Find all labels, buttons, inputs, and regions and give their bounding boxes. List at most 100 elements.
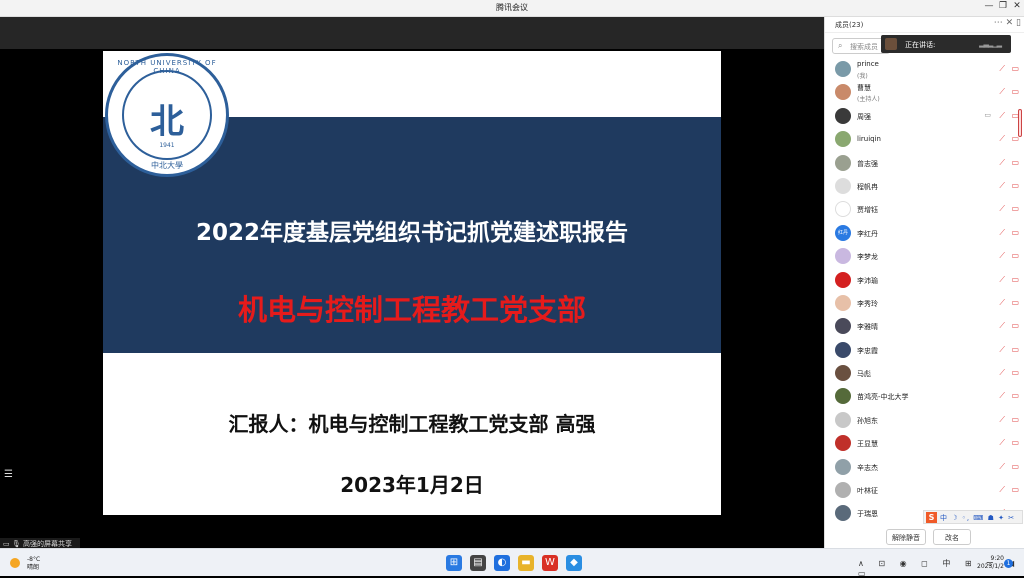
mic-muted-icon[interactable]: ⟋	[999, 64, 1005, 74]
list-menu-icon[interactable]: ☰	[4, 469, 18, 483]
member-name: 李忠霞	[857, 346, 878, 355]
notification-badge[interactable]: 1	[1004, 559, 1013, 568]
member-row[interactable]: 李雅晴 ⟋ ▭	[825, 315, 1024, 338]
task-view-icon[interactable]: ▤	[470, 555, 486, 571]
member-role: (我)	[857, 73, 868, 80]
member-name: 辛志杰	[857, 463, 878, 472]
mic-muted-icon[interactable]: ⟋	[999, 298, 1005, 308]
weather-widget[interactable]: -8°C 晴朗	[27, 556, 40, 572]
member-name: 曹慧	[857, 84, 871, 93]
camera-off-icon[interactable]: ▭	[1011, 64, 1019, 73]
mic-muted-icon[interactable]: ⟋	[999, 251, 1005, 261]
ime-tools: 中 ☽ ◦, ⌨ ☗ ✦ ✂	[940, 514, 1016, 522]
camera-off-icon[interactable]: ▭	[1011, 368, 1019, 377]
camera-off-icon[interactable]: ▭	[1011, 438, 1019, 447]
mic-muted-icon[interactable]: ⟋	[999, 415, 1005, 425]
member-row[interactable]: 曹慧 (主持人) ⟋ ▭	[825, 81, 1024, 104]
mic-muted-icon[interactable]: ⟋	[999, 87, 1005, 97]
mic-muted-icon[interactable]: ⟋	[999, 228, 1005, 238]
camera-off-icon[interactable]: ▭	[1011, 158, 1019, 167]
member-row[interactable]: 王显慧 ⟋ ▭	[825, 432, 1024, 455]
share-label: 高强的屏幕共享	[22, 540, 72, 548]
camera-off-icon[interactable]: ▭	[1011, 391, 1019, 400]
slide-title: 2022年度基层党组织书记抓党建述职报告	[195, 220, 628, 246]
close-button[interactable]: ✕	[1010, 1, 1024, 11]
member-row[interactable]: 李沛瑜 ⟋ ▭	[825, 269, 1024, 292]
minimize-button[interactable]: —	[982, 1, 996, 11]
panel-header-icons[interactable]: ⋯ ✕ ▯	[994, 18, 1021, 28]
camera-off-icon[interactable]: ▭	[1011, 415, 1019, 424]
member-row[interactable]: 苗鸿亮-中北大学 ⟋ ▭	[825, 385, 1024, 408]
camera-off-icon[interactable]: ▭	[1011, 485, 1019, 494]
slide-subtitle: 机电与控制工程教工党支部	[237, 293, 586, 327]
file-explorer-icon[interactable]: ▬	[518, 555, 534, 571]
start-menu-icon[interactable]: ⊞	[446, 555, 462, 571]
mic-muted-icon[interactable]: ⟋	[999, 204, 1005, 214]
unmute-all-button[interactable]: 解除静音	[886, 529, 926, 545]
maximize-button[interactable]: ❐	[996, 1, 1010, 11]
camera-off-icon[interactable]: ▭	[1011, 345, 1019, 354]
shared-screen-area: NORTH UNIVERSITY OF CHINA 北 1941 中北大學 20…	[0, 17, 824, 548]
ime-toolbar[interactable]: S 中 ☽ ◦, ⌨ ☗ ✦ ✂	[923, 510, 1023, 524]
speaking-label: 正在讲话:	[905, 41, 936, 49]
members-scrollbar[interactable]	[1018, 109, 1022, 137]
member-row[interactable]: prince (我) ⟋ ▭	[825, 58, 1024, 81]
mic-muted-icon[interactable]: ⟋	[999, 321, 1005, 331]
rename-button[interactable]: 改名	[933, 529, 971, 545]
member-row[interactable]: 程帆冉 ⟋ ▭	[825, 175, 1024, 198]
slide-reporter: 汇报人：机电与控制工程教工党支部 高强	[228, 412, 596, 436]
mic-muted-icon[interactable]: ⟋	[999, 181, 1005, 191]
member-avatar	[835, 84, 851, 101]
camera-off-icon[interactable]: ▭	[1011, 298, 1019, 307]
mic-muted-icon[interactable]: ⟋	[999, 462, 1005, 472]
camera-off-icon[interactable]: ▭	[1011, 228, 1019, 237]
member-row[interactable]: 李忠霞 ⟋ ▭	[825, 339, 1024, 362]
search-placeholder: 搜索成员	[850, 43, 878, 51]
members-panel-header: 成员(23) ⋯ ✕ ▯	[825, 17, 1024, 33]
mic-muted-icon[interactable]: ⟋	[999, 134, 1005, 144]
camera-off-icon[interactable]: ▭	[1011, 251, 1019, 260]
mic-muted-icon[interactable]: ⟋	[999, 368, 1005, 378]
title-bar: 腾讯会议 — ❐ ✕	[0, 0, 1024, 17]
member-row[interactable]: 李梦龙 ⟋ ▭	[825, 245, 1024, 268]
wps-office-icon[interactable]: W	[542, 555, 558, 571]
member-row[interactable]: 贾增钰 ⟋ ▭	[825, 198, 1024, 221]
camera-off-icon[interactable]: ▭	[1011, 204, 1019, 213]
member-avatar	[835, 505, 851, 522]
camera-off-icon[interactable]: ▭	[1011, 87, 1019, 96]
member-row[interactable]: 马彪 ⟋ ▭	[825, 362, 1024, 385]
audio-level-icon: ▂▃▂▁▂	[979, 40, 1002, 48]
weather-sun-icon[interactable]	[10, 558, 20, 568]
mic-muted-icon[interactable]: ⟋	[999, 158, 1005, 168]
window-title: 腾讯会议	[496, 3, 528, 12]
member-avatar	[835, 154, 851, 171]
mic-muted-icon[interactable]: ⟋	[999, 438, 1005, 448]
members-panel: 成员(23) ⋯ ✕ ▯ ⌕ 搜索成员 正在讲话: ▂▃▂▁▂ prince (我…	[824, 17, 1024, 548]
tencent-meeting-icon[interactable]: ◐	[494, 555, 510, 571]
member-name: 李梦龙	[857, 253, 878, 262]
member-row[interactable]: 红丹 李红丹 ⟋ ▭	[825, 222, 1024, 245]
app-icon[interactable]: ◆	[566, 555, 582, 571]
camera-off-icon[interactable]: ▭	[1011, 275, 1019, 284]
member-row[interactable]: 孙旭东 ⟋ ▭	[825, 409, 1024, 432]
mic-muted-icon[interactable]: ⟋	[999, 275, 1005, 285]
taskbar-clock[interactable]: 9:20 2023/1/2	[972, 555, 1004, 571]
camera-off-icon[interactable]: ▭	[1011, 321, 1019, 330]
camera-off-icon[interactable]: ▭	[1011, 181, 1019, 190]
member-row[interactable]: 周强 ▭ ⟋ ▭	[825, 105, 1024, 128]
member-name: liruiqin	[857, 135, 881, 144]
camera-off-icon[interactable]: ▭	[1011, 462, 1019, 471]
mic-muted-icon[interactable]: ⟋	[999, 391, 1005, 401]
member-row[interactable]: 叶林征 ⟋ ▭	[825, 479, 1024, 502]
mic-muted-icon[interactable]: ⟋	[999, 345, 1005, 355]
speaking-indicator: 正在讲话: ▂▃▂▁▂	[881, 35, 1011, 53]
university-logo: NORTH UNIVERSITY OF CHINA 北 1941 中北大學	[105, 53, 229, 177]
member-name: 李秀玲	[857, 299, 878, 308]
mic-muted-icon[interactable]: ⟋	[999, 485, 1005, 495]
member-row[interactable]: 李秀玲 ⟋ ▭	[825, 292, 1024, 315]
member-row[interactable]: liruiqin ⟋ ▭	[825, 128, 1024, 151]
member-row[interactable]: 曾志强 ⟋ ▭	[825, 152, 1024, 175]
search-icon: ⌕	[838, 41, 843, 50]
member-row[interactable]: 辛志杰 ⟋ ▭	[825, 456, 1024, 479]
mic-muted-icon[interactable]: ⟋	[999, 111, 1005, 121]
